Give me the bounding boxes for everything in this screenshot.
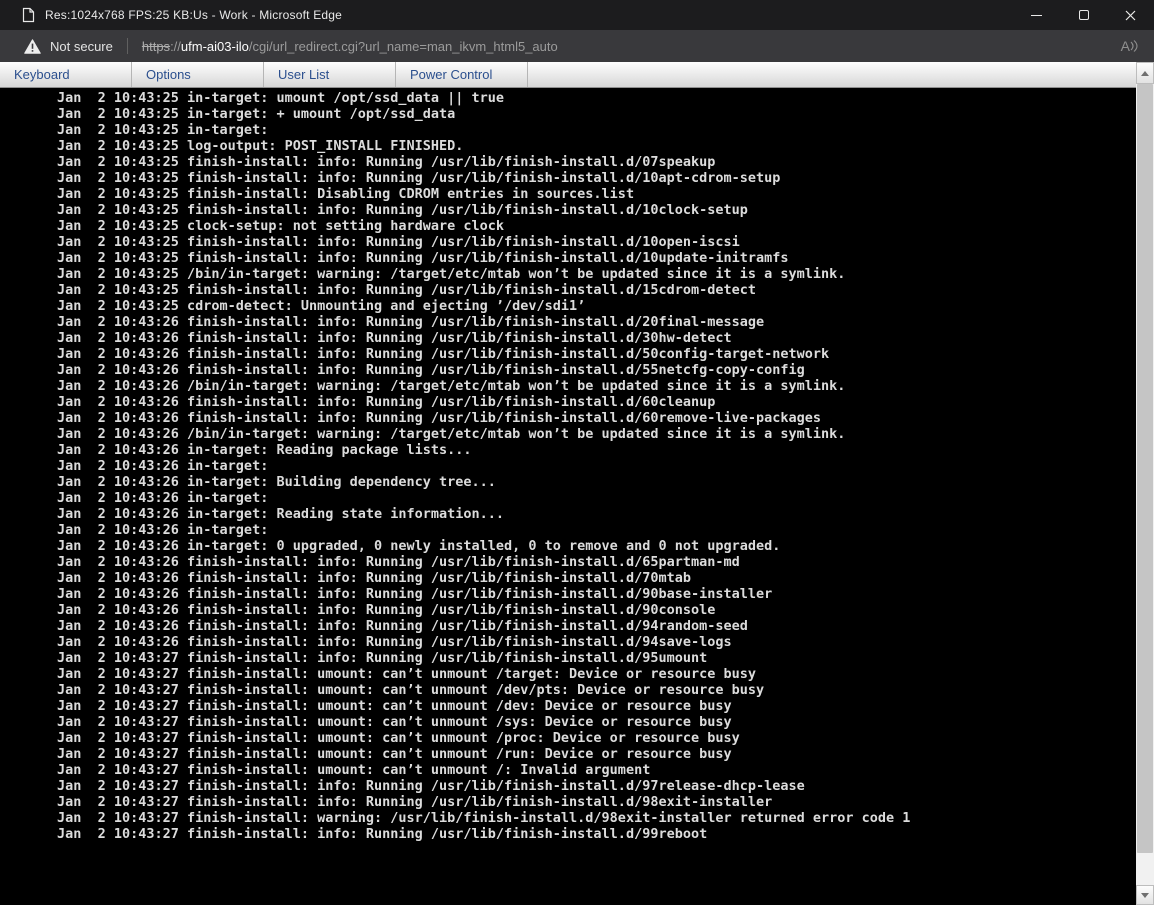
remote-console-screen[interactable]: Jan 2 10:43:25 in-target: umount /opt/ss… — [0, 88, 1136, 905]
page-content: Keyboard Options User List Power Control… — [0, 62, 1154, 905]
security-label: Not secure — [50, 39, 113, 54]
menu-bar: Keyboard Options User List Power Control — [0, 62, 1136, 88]
sound-wave-icon — [1130, 39, 1138, 53]
scroll-down-arrow-icon — [1141, 893, 1149, 898]
log-line: Jan 2 10:43:25 log-output: POST_INSTALL … — [57, 138, 1136, 154]
log-line: Jan 2 10:43:27 finish-install: umount: c… — [57, 682, 1136, 698]
url-text[interactable]: https://ufm-ai03-ilo/cgi/url_redirect.cg… — [142, 39, 558, 54]
menu-item-power-control[interactable]: Power Control — [396, 62, 528, 87]
log-line: Jan 2 10:43:26 in-target: Reading state … — [57, 506, 1136, 522]
scrollbar-thumb[interactable] — [1137, 84, 1153, 853]
log-line: Jan 2 10:43:26 in-target: Reading packag… — [57, 442, 1136, 458]
minimize-button[interactable] — [1013, 0, 1060, 30]
warning-triangle-icon — [24, 39, 41, 54]
scroll-up-arrow-icon — [1141, 71, 1149, 76]
vertical-scrollbar[interactable] — [1136, 62, 1154, 905]
minimize-icon — [1031, 15, 1042, 16]
log-line: Jan 2 10:43:27 finish-install: umount: c… — [57, 762, 1136, 778]
url-path: /cgi/url_redirect.cgi?url_name=man_ikvm_… — [249, 39, 558, 54]
log-line: Jan 2 10:43:27 finish-install: umount: c… — [57, 714, 1136, 730]
log-line: Jan 2 10:43:27 finish-install: info: Run… — [57, 650, 1136, 666]
scroll-down-button[interactable] — [1136, 885, 1154, 905]
window-title: Res:1024x768 FPS:25 KB:Us - Work - Micro… — [45, 8, 342, 22]
maximize-icon — [1079, 10, 1089, 20]
scroll-up-button[interactable] — [1136, 62, 1154, 84]
log-line: Jan 2 10:43:25 /bin/in-target: warning: … — [57, 266, 1136, 282]
log-line: Jan 2 10:43:25 in-target: + umount /opt/… — [57, 106, 1136, 122]
log-line: Jan 2 10:43:27 finish-install: warning: … — [57, 810, 1136, 826]
log-line: Jan 2 10:43:26 finish-install: info: Run… — [57, 602, 1136, 618]
log-line: Jan 2 10:43:26 finish-install: info: Run… — [57, 410, 1136, 426]
menu-item-options[interactable]: Options — [132, 62, 264, 87]
page-favicon-icon — [22, 7, 35, 23]
log-line: Jan 2 10:43:26 in-target: — [57, 522, 1136, 538]
log-line: Jan 2 10:43:25 in-target: umount /opt/ss… — [57, 90, 1136, 106]
close-button[interactable] — [1107, 0, 1154, 30]
log-line: Jan 2 10:43:26 finish-install: info: Run… — [57, 570, 1136, 586]
menu-item-keyboard[interactable]: Keyboard — [0, 62, 132, 87]
log-line: Jan 2 10:43:25 finish-install: info: Run… — [57, 154, 1136, 170]
log-line: Jan 2 10:43:25 cdrom-detect: Unmounting … — [57, 298, 1136, 314]
url-separator: :// — [170, 39, 181, 54]
log-line: Jan 2 10:43:25 finish-install: Disabling… — [57, 186, 1136, 202]
log-line: Jan 2 10:43:26 in-target: 0 upgraded, 0 … — [57, 538, 1136, 554]
log-line: Jan 2 10:43:25 finish-install: info: Run… — [57, 282, 1136, 298]
log-line: Jan 2 10:43:25 finish-install: info: Run… — [57, 250, 1136, 266]
log-line: Jan 2 10:43:26 finish-install: info: Run… — [57, 314, 1136, 330]
log-line: Jan 2 10:43:26 /bin/in-target: warning: … — [57, 426, 1136, 442]
log-line: Jan 2 10:43:25 finish-install: info: Run… — [57, 202, 1136, 218]
log-line: Jan 2 10:43:25 finish-install: info: Run… — [57, 234, 1136, 250]
log-line: Jan 2 10:43:27 finish-install: umount: c… — [57, 698, 1136, 714]
log-line: Jan 2 10:43:26 finish-install: info: Run… — [57, 394, 1136, 410]
address-bar-divider — [127, 38, 128, 54]
log-line: Jan 2 10:43:27 finish-install: umount: c… — [57, 666, 1136, 682]
url-host: ufm-ai03-ilo — [181, 39, 249, 54]
log-line: Jan 2 10:43:26 in-target: — [57, 490, 1136, 506]
log-line: Jan 2 10:43:27 finish-install: umount: c… — [57, 746, 1136, 762]
log-line: Jan 2 10:43:26 finish-install: info: Run… — [57, 554, 1136, 570]
read-aloud-icon[interactable]: A — [1121, 39, 1138, 53]
log-line: Jan 2 10:43:26 finish-install: info: Run… — [57, 362, 1136, 378]
url-scheme: https — [142, 39, 170, 54]
window-controls — [1013, 0, 1154, 30]
log-line: Jan 2 10:43:26 /bin/in-target: warning: … — [57, 378, 1136, 394]
address-bar: Not secure https://ufm-ai03-ilo/cgi/url_… — [0, 30, 1154, 62]
log-line: Jan 2 10:43:25 finish-install: info: Run… — [57, 170, 1136, 186]
log-line: Jan 2 10:43:26 in-target: — [57, 458, 1136, 474]
title-bar: Res:1024x768 FPS:25 KB:Us - Work - Micro… — [0, 0, 1154, 30]
log-line: Jan 2 10:43:27 finish-install: umount: c… — [57, 730, 1136, 746]
log-line: Jan 2 10:43:26 in-target: Building depen… — [57, 474, 1136, 490]
menu-item-user-list[interactable]: User List — [264, 62, 396, 87]
site-security-button[interactable]: Not secure — [24, 39, 113, 54]
log-line: Jan 2 10:43:26 finish-install: info: Run… — [57, 346, 1136, 362]
maximize-button[interactable] — [1060, 0, 1107, 30]
log-line: Jan 2 10:43:27 finish-install: info: Run… — [57, 778, 1136, 794]
log-line: Jan 2 10:43:26 finish-install: info: Run… — [57, 330, 1136, 346]
close-icon — [1125, 10, 1136, 21]
log-line: Jan 2 10:43:25 clock-setup: not setting … — [57, 218, 1136, 234]
log-line: Jan 2 10:43:26 finish-install: info: Run… — [57, 618, 1136, 634]
log-line: Jan 2 10:43:27 finish-install: info: Run… — [57, 794, 1136, 810]
log-line: Jan 2 10:43:27 finish-install: info: Run… — [57, 826, 1136, 842]
log-line: Jan 2 10:43:26 finish-install: info: Run… — [57, 586, 1136, 602]
log-line: Jan 2 10:43:26 finish-install: info: Run… — [57, 634, 1136, 650]
log-line: Jan 2 10:43:25 in-target: — [57, 122, 1136, 138]
